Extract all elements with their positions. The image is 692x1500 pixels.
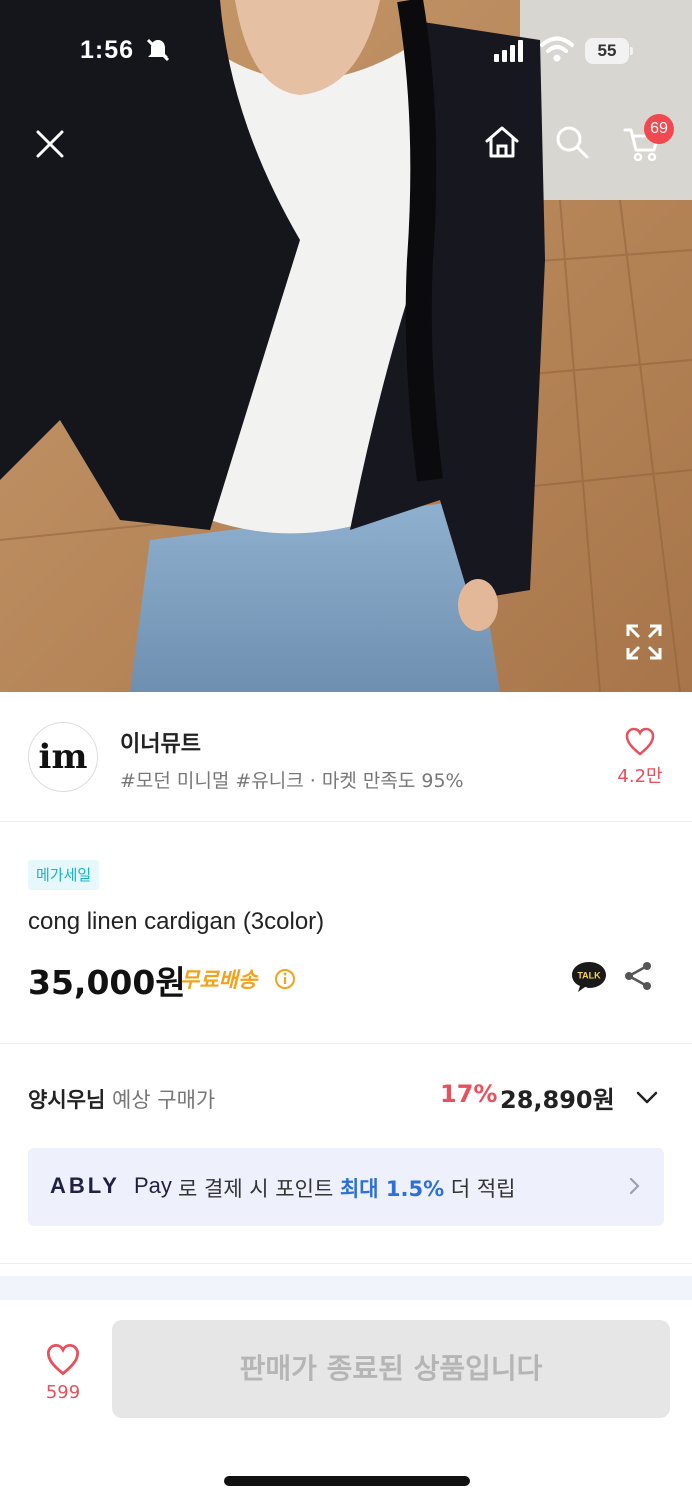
mega-sale-badge: 메가세일: [28, 860, 100, 890]
heart-outline-icon: [625, 727, 655, 756]
pay-highlight: 최대 1.5%: [339, 1177, 445, 1201]
battery-level: 55: [585, 38, 629, 64]
kakaotalk-share-button[interactable]: TALK: [570, 960, 608, 994]
cart-count-badge: 69: [644, 114, 674, 144]
product-photo: [0, 0, 692, 692]
home-indicator: [224, 1476, 470, 1486]
pay-text-after: 더 적립: [450, 1177, 516, 1201]
discounted-price: 28,890원: [500, 1086, 615, 1114]
search-button[interactable]: [546, 116, 598, 168]
store-like-count: 4.2만: [617, 766, 663, 787]
close-icon: [36, 130, 64, 158]
user-name: 양시우님: [28, 1088, 106, 1112]
bell-off-icon: [146, 38, 170, 62]
product-price: 35,000원: [28, 963, 186, 1002]
fullscreen-icon[interactable]: [622, 620, 666, 664]
store-name[interactable]: 이너뮤트: [120, 726, 201, 758]
store-info-row[interactable]: im 이너뮤트 #모던 미니멀 #유니크 · 마켓 만족도 95% 4.2만: [0, 692, 692, 822]
discount-rate: 17%: [440, 1080, 498, 1108]
section-divider: [0, 1276, 692, 1300]
ably-brand: ABLY: [50, 1173, 120, 1198]
top-nav: 69: [0, 110, 692, 180]
cart-button[interactable]: 69: [616, 114, 674, 170]
share-icon[interactable]: [622, 960, 654, 992]
product-image[interactable]: 1:56 55 69: [0, 0, 692, 692]
home-button[interactable]: [476, 116, 528, 168]
wishlist-button[interactable]: 599: [30, 1342, 96, 1403]
status-bar: 1:56 55: [0, 0, 692, 100]
info-icon[interactable]: [274, 968, 296, 990]
signal-icon: [494, 40, 523, 62]
sold-out-button[interactable]: 판매가 종료된 상품입니다: [112, 1320, 670, 1418]
product-name: cong linen cardigan (3color): [28, 908, 325, 935]
search-icon: [556, 126, 589, 159]
store-like-button[interactable]: 4.2만: [606, 726, 674, 788]
home-icon: [485, 126, 519, 158]
bottom-action-bar: 599 판매가 종료된 상품입니다: [0, 1300, 692, 1500]
ably-pay-banner[interactable]: ABLY Pay 로 결제 시 포인트 최대 1.5% 더 적립: [28, 1148, 664, 1226]
battery-indicator: 55: [585, 38, 633, 64]
free-shipping-label: 무료배송: [180, 968, 258, 992]
expected-price-label: 양시우님 예상 구매가: [28, 1084, 215, 1114]
expected-price-section: 양시우님 예상 구매가 17% 28,890원 ABLY Pay 로 결제 시 …: [0, 1044, 692, 1264]
status-time: 1:56: [80, 36, 135, 64]
pay-text-before: 로 결제 시 포인트: [178, 1177, 334, 1201]
wifi-icon: [540, 36, 574, 62]
battery-cap: [630, 47, 633, 55]
pay-label: Pay: [134, 1173, 172, 1198]
store-logo[interactable]: im: [28, 722, 98, 792]
pay-promo-text: 로 결제 시 포인트 최대 1.5% 더 적립: [178, 1173, 515, 1203]
product-info: 메가세일 cong linen cardigan (3color) 35,000…: [0, 822, 692, 1044]
heart-outline-icon: [46, 1343, 80, 1376]
chevron-down-icon[interactable]: [632, 1082, 662, 1112]
talk-label: TALK: [577, 971, 601, 981]
close-button[interactable]: [24, 118, 76, 170]
chevron-right-icon: [629, 1177, 640, 1195]
store-tags: #모던 미니멀 #유니크 · 마켓 만족도 95%: [120, 770, 464, 792]
expected-price-text: 예상 구매가: [111, 1088, 216, 1112]
wishlist-count: 599: [45, 1382, 81, 1403]
